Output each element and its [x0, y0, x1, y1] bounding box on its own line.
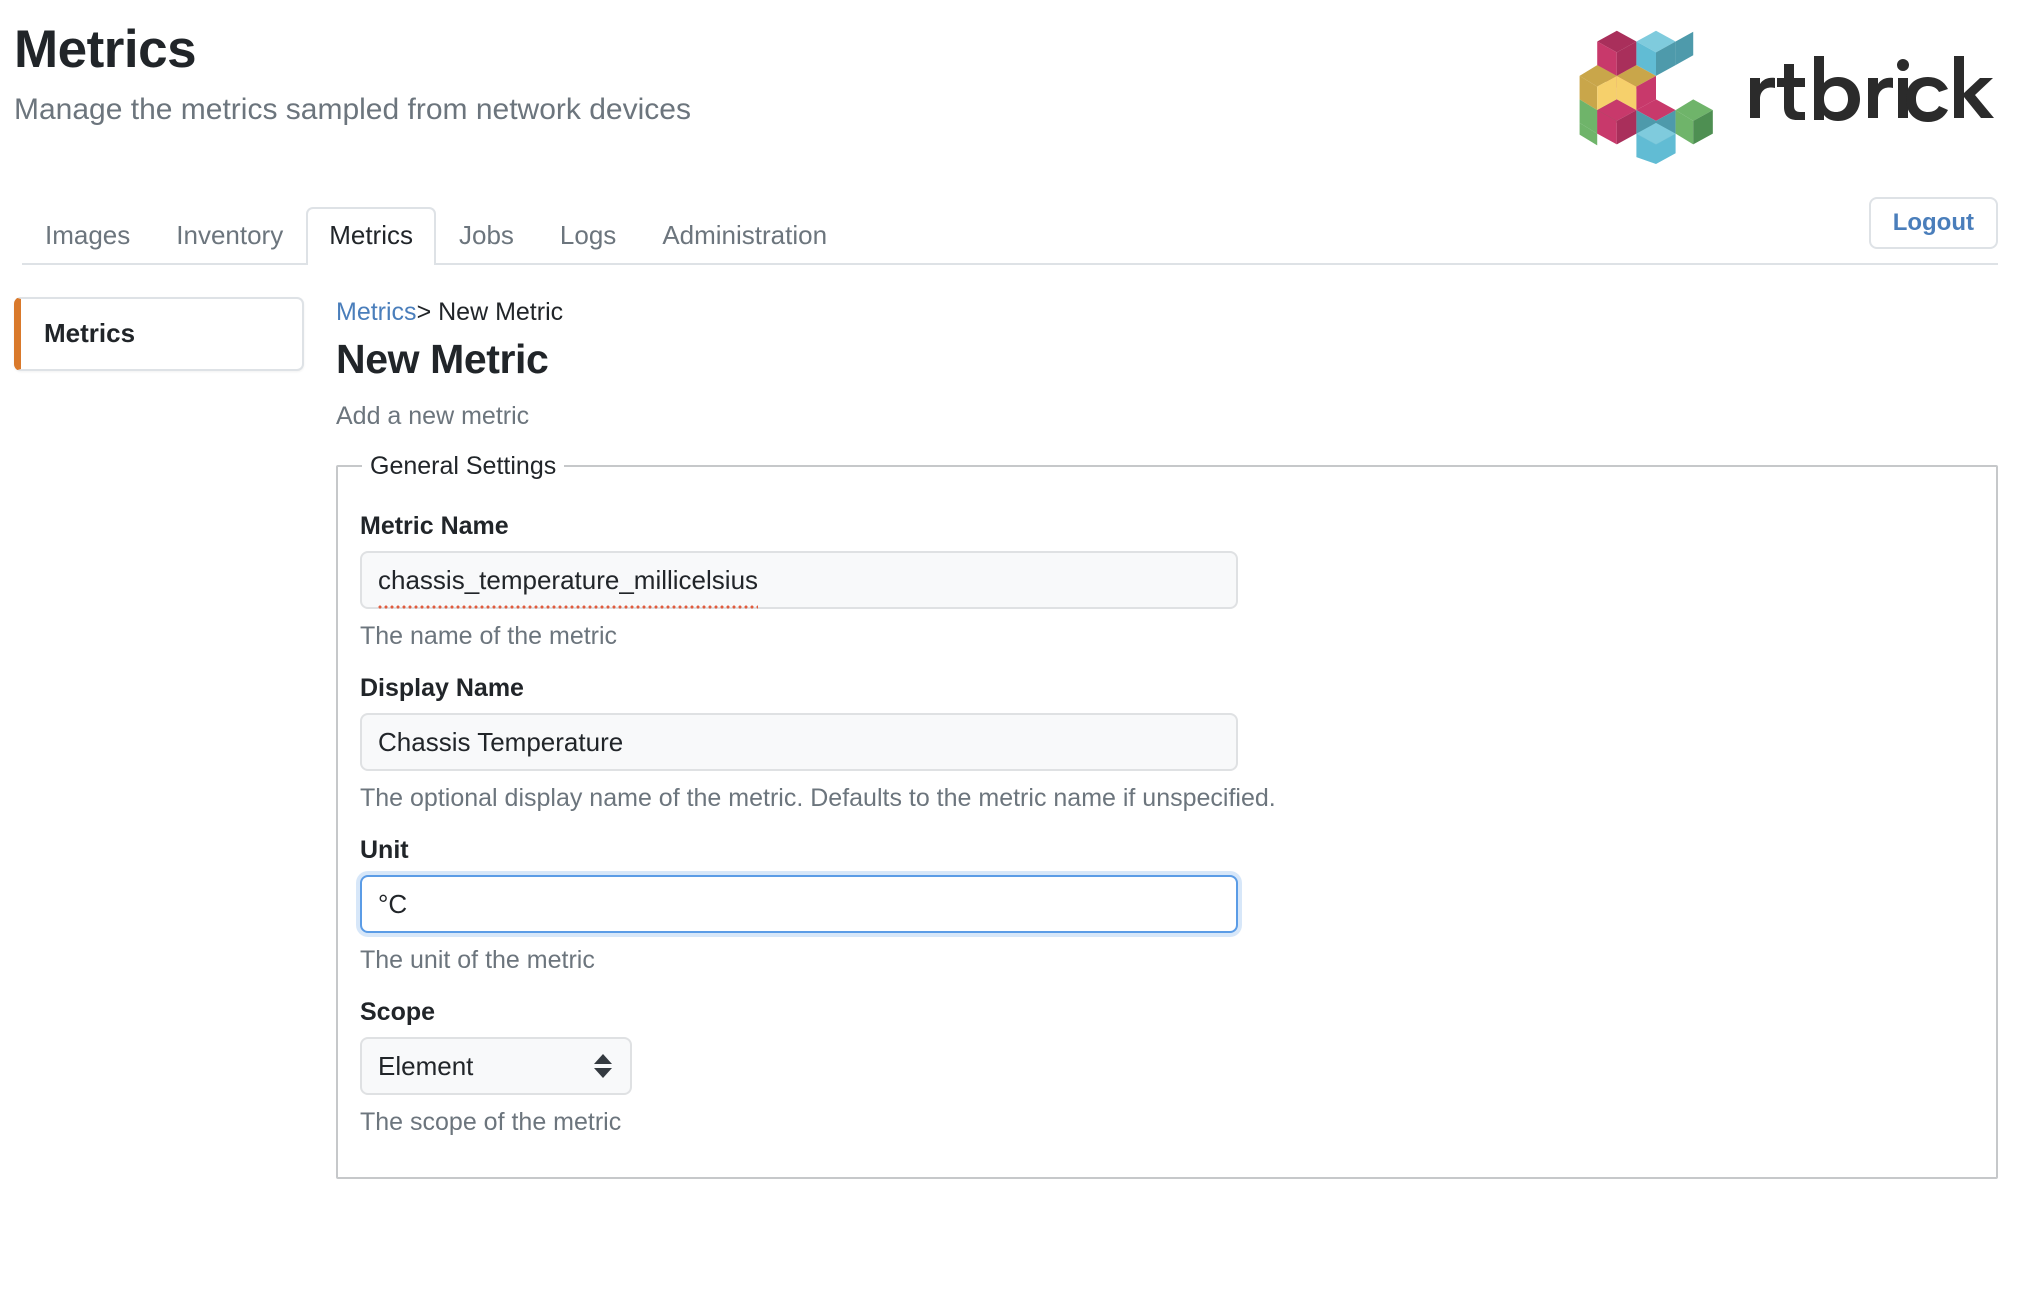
tab-metrics[interactable]: Metrics [306, 207, 436, 265]
display-name-input[interactable]: Chassis Temperature [360, 712, 1238, 771]
tab-images[interactable]: Images [22, 207, 153, 265]
tab-inventory[interactable]: Inventory [153, 207, 306, 265]
unit-help: The unit of the metric [360, 945, 595, 974]
field-group-unit: Unit °C The unit of the metric [360, 813, 1968, 975]
logout-button[interactable]: Logout [1868, 197, 1998, 249]
main-content: Metrics> New Metric New Metric Add a new… [304, 297, 1998, 1179]
rtbrick-wordmark [1750, 55, 1994, 122]
scope-help: The scope of the metric [360, 1107, 622, 1136]
general-settings-fieldset: General Settings Metric Name chassis_tem… [336, 450, 1998, 1179]
scope-select[interactable]: Element [360, 1036, 632, 1095]
scope-select-wrap: Element [360, 1036, 632, 1095]
metric-name-help: The name of the metric [360, 621, 618, 650]
metric-name-value: chassis_temperature_millicelsius [378, 552, 759, 611]
body-wrap: Metrics Metrics> New Metric New Metric A… [0, 265, 2020, 1179]
unit-label: Unit [360, 835, 409, 864]
page-description: Add a new metric [336, 401, 530, 430]
metric-name-label: Metric Name [360, 511, 509, 540]
field-group-metric-name: Metric Name chassis_temperature_millicel… [360, 489, 1968, 651]
display-name-help: The optional display name of the metric.… [360, 783, 1276, 812]
scope-label: Scope [360, 997, 436, 1026]
tab-bar: Images Inventory Metrics Jobs Logs Admin… [22, 203, 1998, 265]
app-title: Metrics [14, 20, 197, 79]
field-group-scope: Scope Element The scope of the metric [360, 975, 1968, 1137]
breadcrumb-current: New Metric [438, 298, 564, 326]
page-title: New Metric [336, 336, 549, 382]
page-header: Metrics Manage the metrics sampled from … [0, 0, 2020, 265]
breadcrumb-link-metrics[interactable]: Metrics [336, 298, 417, 326]
breadcrumb: Metrics> New Metric [336, 297, 1998, 327]
tab-administration[interactable]: Administration [639, 207, 850, 265]
breadcrumb-separator: > [416, 298, 432, 326]
unit-input[interactable]: °C [360, 874, 1238, 933]
sidebar-item-metrics[interactable]: Metrics [14, 297, 304, 371]
rtbrick-cubes-icon [1579, 30, 1713, 165]
app-subtitle: Manage the metrics sampled from network … [14, 92, 691, 126]
tab-logs[interactable]: Logs [537, 207, 639, 265]
sidebar-item-label: Metrics [44, 318, 136, 348]
title-block: Metrics Manage the metrics sampled from … [14, 16, 691, 128]
field-group-display-name: Display Name Chassis Temperature The opt… [360, 651, 1968, 813]
tab-bar-wrap: Images Inventory Metrics Jobs Logs Admin… [0, 197, 2020, 265]
sidebar: Metrics [14, 297, 304, 371]
tab-jobs[interactable]: Jobs [436, 207, 537, 265]
rtbrick-logo [1576, 20, 1998, 165]
display-name-label: Display Name [360, 673, 524, 702]
metric-name-input[interactable]: chassis_temperature_millicelsius [360, 550, 1238, 611]
general-settings-legend: General Settings [370, 451, 557, 480]
